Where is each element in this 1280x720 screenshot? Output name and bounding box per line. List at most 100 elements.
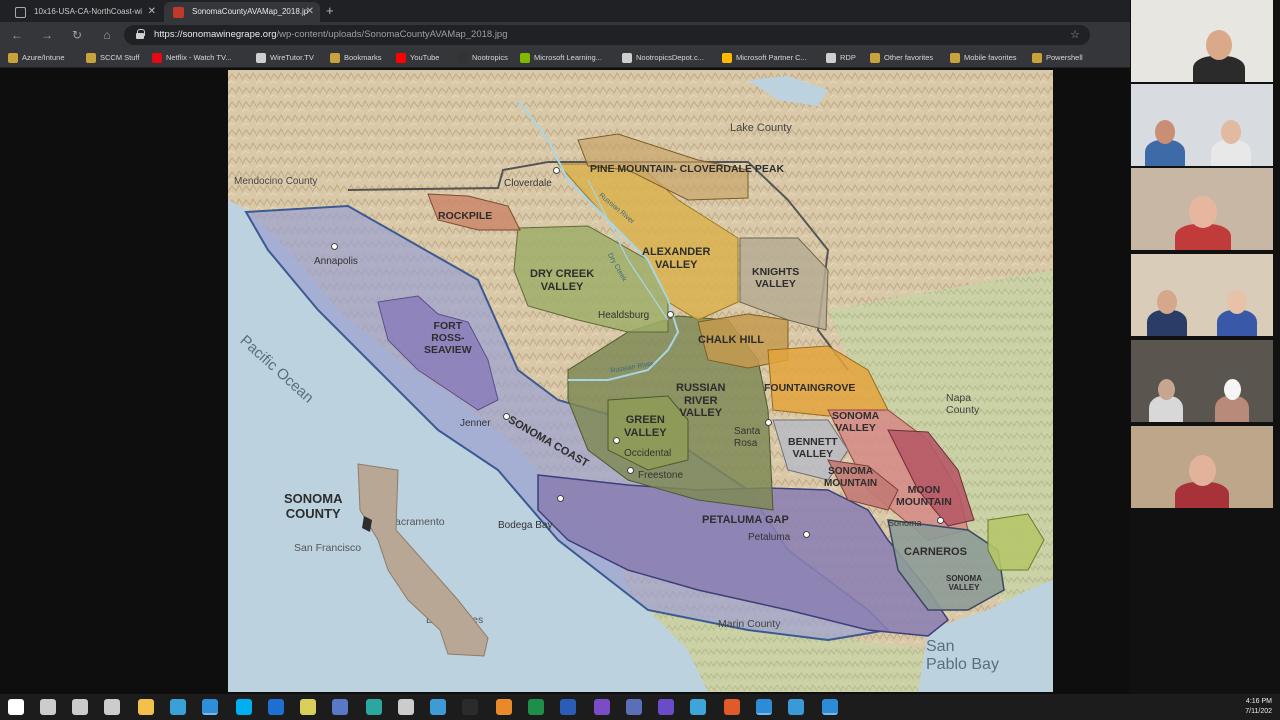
bookmark-icon — [458, 53, 468, 63]
address-bar[interactable]: https://sonomawinegrape.org/wp-content/u… — [124, 25, 1090, 45]
terminal-icon[interactable] — [462, 699, 478, 715]
participant-video-tile[interactable] — [1131, 426, 1273, 508]
bookmark-label: Bookmarks — [344, 53, 382, 62]
new-tab-icon[interactable]: + — [326, 3, 334, 18]
bookmark-item[interactable]: Bookmarks — [330, 48, 382, 68]
close-icon[interactable]: ✕ — [148, 2, 156, 22]
bookmark-label: Microsoft Learning... — [534, 53, 602, 62]
bookmark-label: RDP — [840, 53, 856, 62]
bookmark-icon — [256, 53, 266, 63]
participant-video-tile[interactable] — [1131, 340, 1273, 422]
bookmark-label: Other favorites — [884, 53, 934, 62]
forward-icon[interactable]: → — [38, 26, 56, 44]
excel-icon[interactable] — [528, 699, 544, 715]
task-view-icon[interactable] — [104, 699, 120, 715]
label-pine-mountain: PINE MOUNTAIN- CLOVERDALE PEAK — [590, 163, 784, 175]
app-icon[interactable] — [366, 699, 382, 715]
url-text: https://sonomawinegrape.org/wp-content/u… — [154, 29, 508, 40]
image-icon — [173, 7, 184, 18]
app-icon[interactable] — [332, 699, 348, 715]
bookmark-item[interactable]: YouTube — [396, 48, 439, 68]
document-icon — [15, 7, 26, 18]
bookmark-icon — [396, 53, 406, 63]
tab-strip: 10x16-USA-CA-NorthCoast-wi ✕ SonomaCount… — [0, 0, 1130, 22]
bookmark-label: YouTube — [410, 53, 440, 62]
chrome-icon[interactable] — [756, 699, 772, 715]
word-icon[interactable] — [560, 699, 576, 715]
outlook-icon[interactable] — [268, 699, 284, 715]
bookmark-icon — [330, 53, 340, 63]
bookmark-item[interactable]: Mobile favorites — [950, 48, 1017, 68]
firefox-icon[interactable] — [724, 699, 740, 715]
app-icon[interactable] — [430, 699, 446, 715]
tab-sonoma-map[interactable]: SonomaCountyAVAMap_2018.jp ✕ — [164, 2, 320, 22]
bookmark-star-icon[interactable]: ☆ — [1070, 28, 1080, 41]
vlc-icon[interactable] — [496, 699, 512, 715]
lock-icon — [136, 29, 145, 39]
close-icon[interactable]: ✕ — [306, 2, 314, 22]
bookmark-item[interactable]: Nootropics — [458, 48, 508, 68]
bookmark-label: Netflix - Watch TV... — [166, 53, 232, 62]
bookmark-icon — [826, 53, 836, 63]
app-icon[interactable] — [398, 699, 414, 715]
bookmark-icon — [950, 53, 960, 63]
bookmark-item[interactable]: RDP — [826, 48, 856, 68]
bookmarks-bar: Azure/Intune SCCM Stuff Netflix - Watch TV… — [0, 48, 1130, 68]
edge-legacy-icon[interactable] — [170, 699, 186, 715]
bookmark-label: Microsoft Partner C... — [736, 53, 807, 62]
back-icon[interactable]: ← — [8, 26, 26, 44]
app-icon[interactable] — [690, 699, 706, 715]
bookmark-icon — [870, 53, 880, 63]
bookmark-icon — [520, 53, 530, 63]
zoom-icon[interactable] — [822, 699, 838, 715]
app-icon[interactable] — [626, 699, 642, 715]
bookmark-item[interactable]: Microsoft Partner C... — [722, 48, 807, 68]
search-icon[interactable] — [40, 699, 56, 715]
tab-title: SonomaCountyAVAMap_2018.jp — [192, 7, 309, 16]
sonoma-ava-map: PINE MOUNTAIN- CLOVERDALE PEAK Lake Coun… — [228, 70, 1053, 692]
tab-northcoast[interactable]: 10x16-USA-CA-NorthCoast-wi ✕ — [6, 2, 162, 22]
windows-start-icon[interactable] — [8, 699, 24, 715]
bookmark-icon — [722, 53, 732, 63]
bookmark-label: NootropicsDepot.c... — [636, 53, 704, 62]
bookmark-item[interactable]: NootropicsDepot.c... — [622, 48, 704, 68]
bookmark-label: Powershell — [1046, 53, 1083, 62]
bookmark-item[interactable]: WireTutor.TV — [256, 48, 314, 68]
participant-video-tile[interactable] — [1131, 0, 1273, 82]
bookmark-icon — [152, 53, 162, 63]
bookmark-item[interactable]: Netflix - Watch TV... — [152, 48, 232, 68]
windows-taskbar: 4:16 PM 7/11/202 — [0, 694, 1280, 720]
label-text: PINE MOUNTAIN- CLOVERDALE PEAK — [590, 163, 784, 175]
skype-icon[interactable] — [236, 699, 252, 715]
home-icon[interactable]: ⌂ — [98, 26, 116, 44]
bookmark-label: WireTutor.TV — [270, 53, 314, 62]
notes-icon[interactable] — [300, 699, 316, 715]
bookmark-item[interactable]: Other favorites — [870, 48, 933, 68]
participant-video-tile[interactable] — [1131, 84, 1273, 166]
visual-studio-icon[interactable] — [594, 699, 610, 715]
bookmark-item[interactable]: Azure/Intune — [8, 48, 65, 68]
system-clock[interactable]: 4:16 PM 7/11/202 — [1245, 697, 1272, 717]
app-icon[interactable] — [788, 699, 804, 715]
bookmark-icon — [8, 53, 18, 63]
cortana-icon[interactable] — [72, 699, 88, 715]
bookmark-item[interactable]: SCCM Stuff — [86, 48, 139, 68]
bookmark-item[interactable]: Powershell — [1032, 48, 1083, 68]
onenote-icon[interactable] — [658, 699, 674, 715]
bookmark-icon — [1032, 53, 1042, 63]
browser-window: 10x16-USA-CA-NorthCoast-wi ✕ SonomaCount… — [0, 0, 1130, 68]
bookmark-icon — [622, 53, 632, 63]
bookmark-label: Nootropics — [472, 53, 508, 62]
tab-title: 10x16-USA-CA-NorthCoast-wi — [34, 7, 143, 16]
bookmark-label: Mobile favorites — [964, 53, 1017, 62]
file-explorer-icon[interactable] — [138, 699, 154, 715]
bookmark-item[interactable]: Microsoft Learning... — [520, 48, 602, 68]
participant-video-tile[interactable] — [1131, 254, 1273, 336]
page-content: PINE MOUNTAIN- CLOVERDALE PEAK Lake Coun… — [0, 68, 1130, 694]
participant-video-tile[interactable] — [1131, 168, 1273, 250]
edge-icon[interactable] — [202, 699, 218, 715]
browser-toolbar: ← → ↻ ⌂ https://sonomawinegrape.org/wp-c… — [0, 22, 1130, 64]
video-gallery — [1130, 0, 1280, 694]
bookmark-label: SCCM Stuff — [100, 53, 140, 62]
reload-icon[interactable]: ↻ — [68, 26, 86, 44]
